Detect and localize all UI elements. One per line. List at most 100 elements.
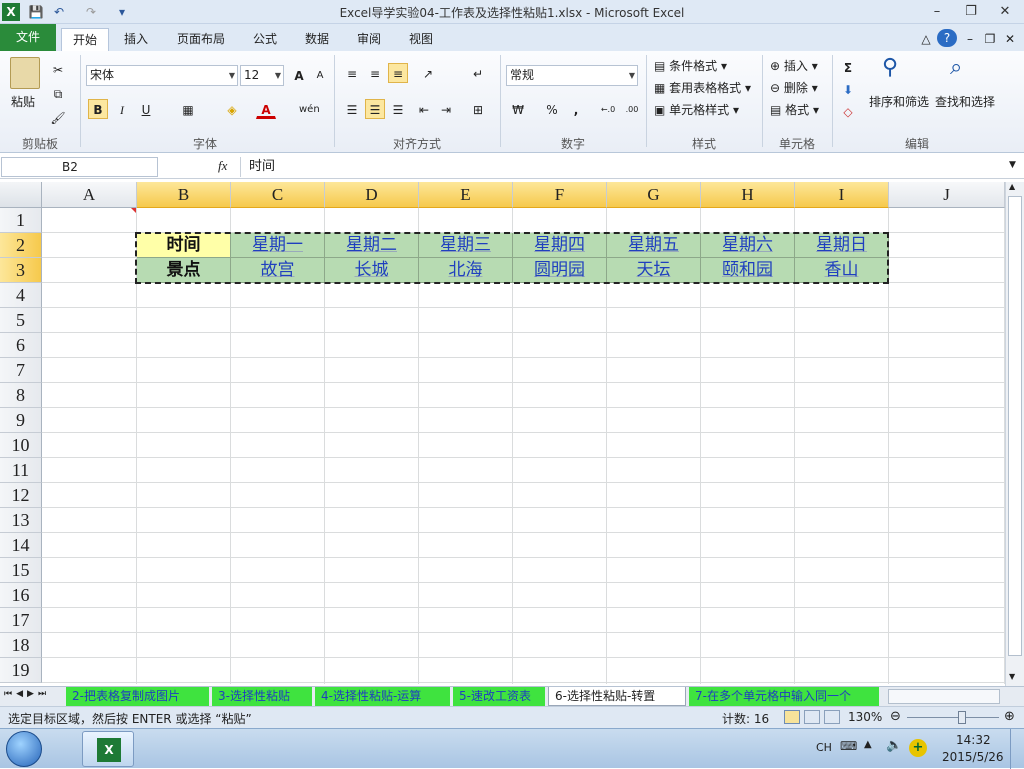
sort-filter-button[interactable]: 排序和筛选	[869, 93, 929, 110]
name-box[interactable]: B2	[1, 157, 158, 177]
worksheet-grid[interactable]: 时间 星期一 星期二 星期三 星期四 星期五 星期六 星期日 景点 故宫 长城 北海 圆明园 天坛 颐和园香…	[42, 208, 1005, 684]
cell-G3[interactable]: 天坛	[607, 258, 701, 283]
clock-time[interactable]: 14:32	[956, 733, 991, 747]
cut-icon[interactable]: ✂	[48, 59, 68, 79]
percent-button[interactable]: %	[542, 99, 562, 119]
row-header-15[interactable]: 15	[0, 558, 42, 583]
zoom-in-icon[interactable]: ⊕	[1004, 709, 1015, 724]
accounting-format-icon[interactable]: ₩	[508, 99, 528, 119]
vertical-scrollbar[interactable]: ▲ ▼	[1005, 182, 1024, 686]
sheet-tab[interactable]: 3-选择性粘贴	[212, 687, 312, 706]
column-header-H[interactable]: H	[701, 182, 795, 208]
row-header-8[interactable]: 8	[0, 383, 42, 408]
format-as-table-button[interactable]: ▦ 套用表格格式 ▾	[654, 79, 751, 96]
sheet-tab[interactable]: 2-把表格复制成图片	[66, 687, 209, 706]
copy-icon[interactable]: ⧉	[48, 83, 68, 103]
scroll-thumb[interactable]	[1008, 196, 1022, 656]
tab-insert[interactable]: 插入	[114, 28, 158, 51]
cell-G2[interactable]: 星期五	[607, 233, 701, 258]
row-header-7[interactable]: 7	[0, 358, 42, 383]
zoom-slider-thumb[interactable]	[958, 711, 967, 724]
row-header-18[interactable]: 18	[0, 633, 42, 658]
align-right-icon[interactable]: ☰	[388, 99, 408, 119]
page-break-view-icon[interactable]	[824, 710, 840, 724]
fill-color-icon[interactable]: ◈	[222, 99, 242, 119]
row-header-16[interactable]: 16	[0, 583, 42, 608]
horizontal-scrollbar[interactable]	[888, 689, 1000, 704]
page-layout-view-icon[interactable]	[804, 710, 820, 724]
tab-page-layout[interactable]: 页面布局	[168, 28, 234, 51]
row-header-12[interactable]: 12	[0, 483, 42, 508]
column-header-F[interactable]: F	[513, 182, 607, 208]
tray-expand-icon[interactable]: ▲	[864, 739, 872, 750]
cell-styles-button[interactable]: ▣ 单元格样式 ▾	[654, 101, 739, 118]
decrease-indent-icon[interactable]: ⇤	[414, 99, 434, 119]
zoom-level[interactable]: 130%	[848, 710, 882, 724]
column-header-I[interactable]: I	[795, 182, 889, 208]
show-desktop-button[interactable]	[1010, 729, 1024, 769]
help-icon[interactable]: ?	[937, 29, 957, 47]
scroll-up-icon[interactable]: ▲	[1009, 182, 1015, 191]
find-select-button[interactable]: 查找和选择	[935, 93, 995, 110]
input-language[interactable]: CH	[816, 741, 832, 754]
number-format-combo[interactable]: 常规 ▼	[506, 65, 638, 86]
row-header-9[interactable]: 9	[0, 408, 42, 433]
column-header-C[interactable]: C	[231, 182, 325, 208]
clock-date[interactable]: 2015/5/26	[942, 750, 1004, 764]
row-header-11[interactable]: 11	[0, 458, 42, 483]
cell-F3[interactable]: 圆明园	[513, 258, 607, 283]
find-select-icon[interactable]: ⌕	[950, 55, 962, 80]
volume-icon[interactable]: 🔈	[886, 738, 902, 753]
cell-C2[interactable]: 星期一	[231, 233, 325, 258]
insert-function-icon[interactable]: fx	[218, 158, 227, 174]
orientation-icon[interactable]: ↗	[418, 63, 438, 83]
sheet-tab[interactable]: 6-选择性粘贴-转置	[548, 687, 686, 706]
expand-formula-icon[interactable]: ▼	[1009, 160, 1016, 170]
font-color-icon[interactable]: A	[256, 99, 276, 119]
bold-button[interactable]: B	[88, 99, 108, 119]
scroll-down-icon[interactable]: ▼	[1009, 672, 1015, 681]
align-middle-icon[interactable]: ≡	[365, 63, 385, 83]
zoom-slider[interactable]	[907, 717, 999, 718]
sheet-tab[interactable]: 7-在多个单元格中输入同一个	[689, 687, 879, 706]
increase-indent-icon[interactable]: ⇥	[436, 99, 456, 119]
cell-I3[interactable]: 香山	[795, 258, 889, 283]
zoom-out-icon[interactable]: ⊖	[890, 709, 901, 724]
cell-E3[interactable]: 北海	[419, 258, 513, 283]
row-header-1[interactable]: 1	[0, 208, 42, 233]
tab-review[interactable]: 审阅	[347, 28, 391, 51]
column-header-B[interactable]: B	[137, 182, 231, 208]
column-header-D[interactable]: D	[325, 182, 419, 208]
row-header-10[interactable]: 10	[0, 433, 42, 458]
row-header-4[interactable]: 4	[0, 283, 42, 308]
font-name-combo[interactable]: 宋体 ▼	[86, 65, 238, 86]
minimize-button[interactable]: –	[924, 2, 950, 22]
row-header-5[interactable]: 5	[0, 308, 42, 333]
format-painter-icon[interactable]: 🖌	[48, 107, 68, 127]
collapse-ribbon-icon[interactable]: △	[918, 28, 934, 51]
row-header-3[interactable]: 3	[0, 258, 42, 283]
cell-B2[interactable]: 时间	[137, 233, 231, 258]
formula-input[interactable]: 时间	[240, 157, 1010, 177]
align-left-icon[interactable]: ☰	[342, 99, 362, 119]
cell-D3[interactable]: 长城	[325, 258, 419, 283]
select-all-corner[interactable]	[0, 182, 42, 208]
keyboard-icon[interactable]: ⌨	[840, 739, 857, 753]
minimize-workbook-icon[interactable]: –	[962, 28, 978, 51]
clear-icon[interactable]: ◇	[838, 101, 858, 121]
paste-button[interactable]: 粘贴	[11, 93, 35, 110]
italic-button[interactable]: I	[112, 99, 132, 119]
wrap-text-icon[interactable]: ↵	[468, 63, 488, 83]
close-button[interactable]: ✕	[992, 2, 1018, 22]
autosum-icon[interactable]: Σ	[838, 57, 858, 77]
cell-E2[interactable]: 星期三	[419, 233, 513, 258]
grow-font-icon[interactable]: A	[289, 65, 309, 85]
tab-data[interactable]: 数据	[295, 28, 339, 51]
excel-taskbar-button[interactable]: X	[82, 731, 134, 767]
row-header-2[interactable]: 2	[0, 233, 42, 258]
tab-formulas[interactable]: 公式	[243, 28, 287, 51]
font-size-combo[interactable]: 12 ▼	[240, 65, 284, 86]
insert-cells-button[interactable]: ⊕ 插入 ▾	[770, 57, 818, 74]
tab-home[interactable]: 开始	[61, 28, 109, 51]
restore-button[interactable]: ❐	[958, 2, 984, 22]
